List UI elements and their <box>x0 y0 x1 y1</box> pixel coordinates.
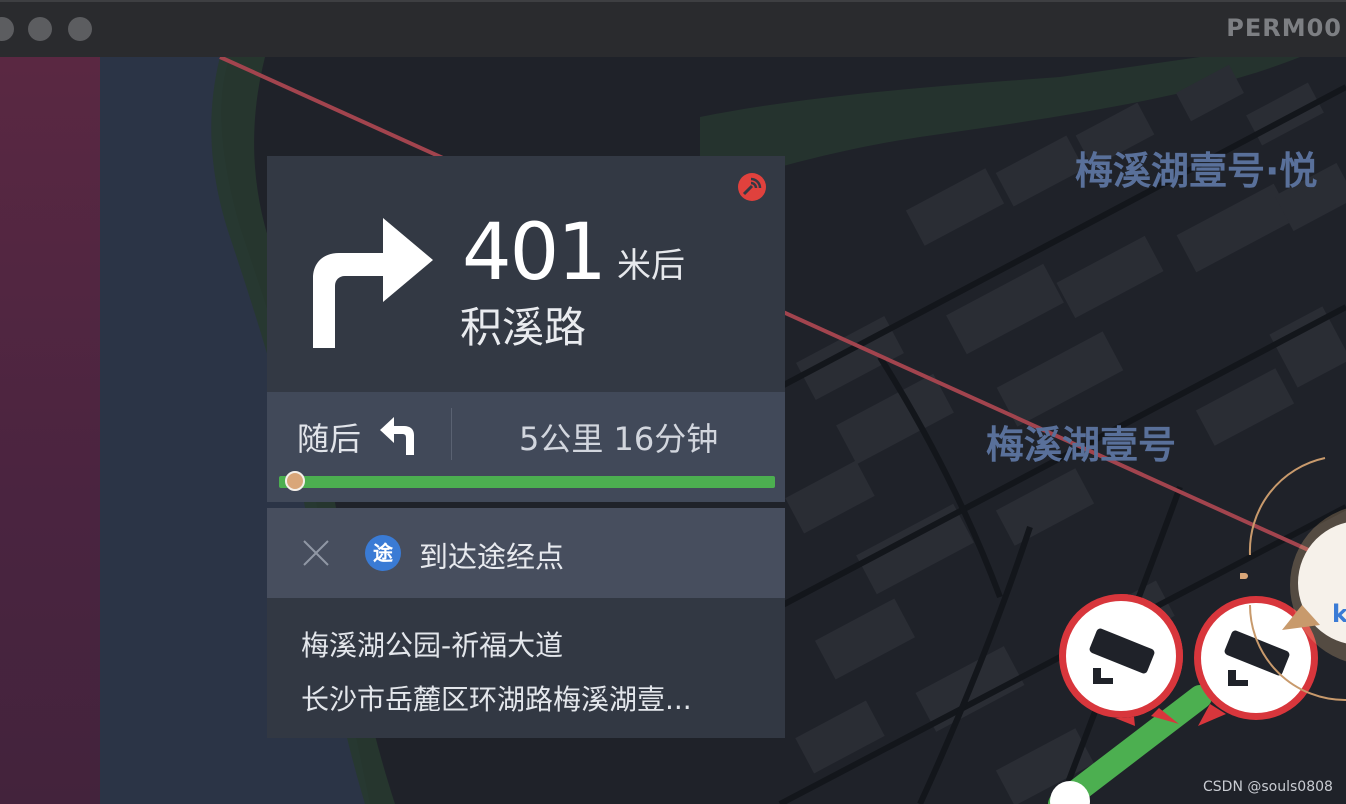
next-maneuver-label: 随后 <box>297 420 362 458</box>
maneuver-distance: 401 <box>462 208 607 298</box>
turn-left-icon <box>380 417 414 455</box>
destination-name: 梅溪湖公园-祈福大道 <box>301 629 564 662</box>
watermark: CSDN @souls0808 <box>1203 779 1333 795</box>
destination-address: 长沙市岳麓区环湖路梅溪湖壹... <box>301 683 692 716</box>
next-maneuver-bar: 随后 5公里 16分钟 <box>267 392 785 502</box>
gps-signal-icon <box>738 173 766 201</box>
traffic-camera-icon[interactable] <box>1055 590 1187 726</box>
close-icon[interactable] <box>301 538 331 568</box>
side-strip <box>0 57 100 804</box>
map-label-poi-2: 梅溪湖壹号 <box>986 423 1177 467</box>
close-window-button[interactable] <box>0 17 14 41</box>
window-title: PERM00 <box>1226 14 1342 42</box>
map-label-poi-1: 梅溪湖壹号·悦 <box>1075 149 1318 193</box>
remaining-distance-time: 5公里 16分钟 <box>519 420 719 458</box>
route-progress-bar <box>279 476 775 488</box>
maneuver-road-name: 积溪路 <box>460 303 587 352</box>
maneuver-distance-unit: 米后 <box>617 246 685 286</box>
minimize-window-button[interactable] <box>28 17 52 41</box>
divider <box>451 408 452 460</box>
location-marker[interactable]: k <box>1238 455 1346 705</box>
maximize-window-button[interactable] <box>68 17 92 41</box>
turn-right-icon <box>313 218 433 348</box>
destination-card[interactable]: 梅溪湖公园-祈福大道 长沙市岳麓区环湖路梅溪湖壹... <box>267 598 785 738</box>
waypoint-row[interactable]: 途 到达途经点 <box>267 508 785 598</box>
window-titlebar: PERM00 <box>0 0 1346 57</box>
waypoint-label: 到达途经点 <box>419 540 565 574</box>
location-marker-text: k <box>1332 600 1346 628</box>
route-progress-knob <box>284 471 305 491</box>
waypoint-badge-icon: 途 <box>365 535 401 571</box>
